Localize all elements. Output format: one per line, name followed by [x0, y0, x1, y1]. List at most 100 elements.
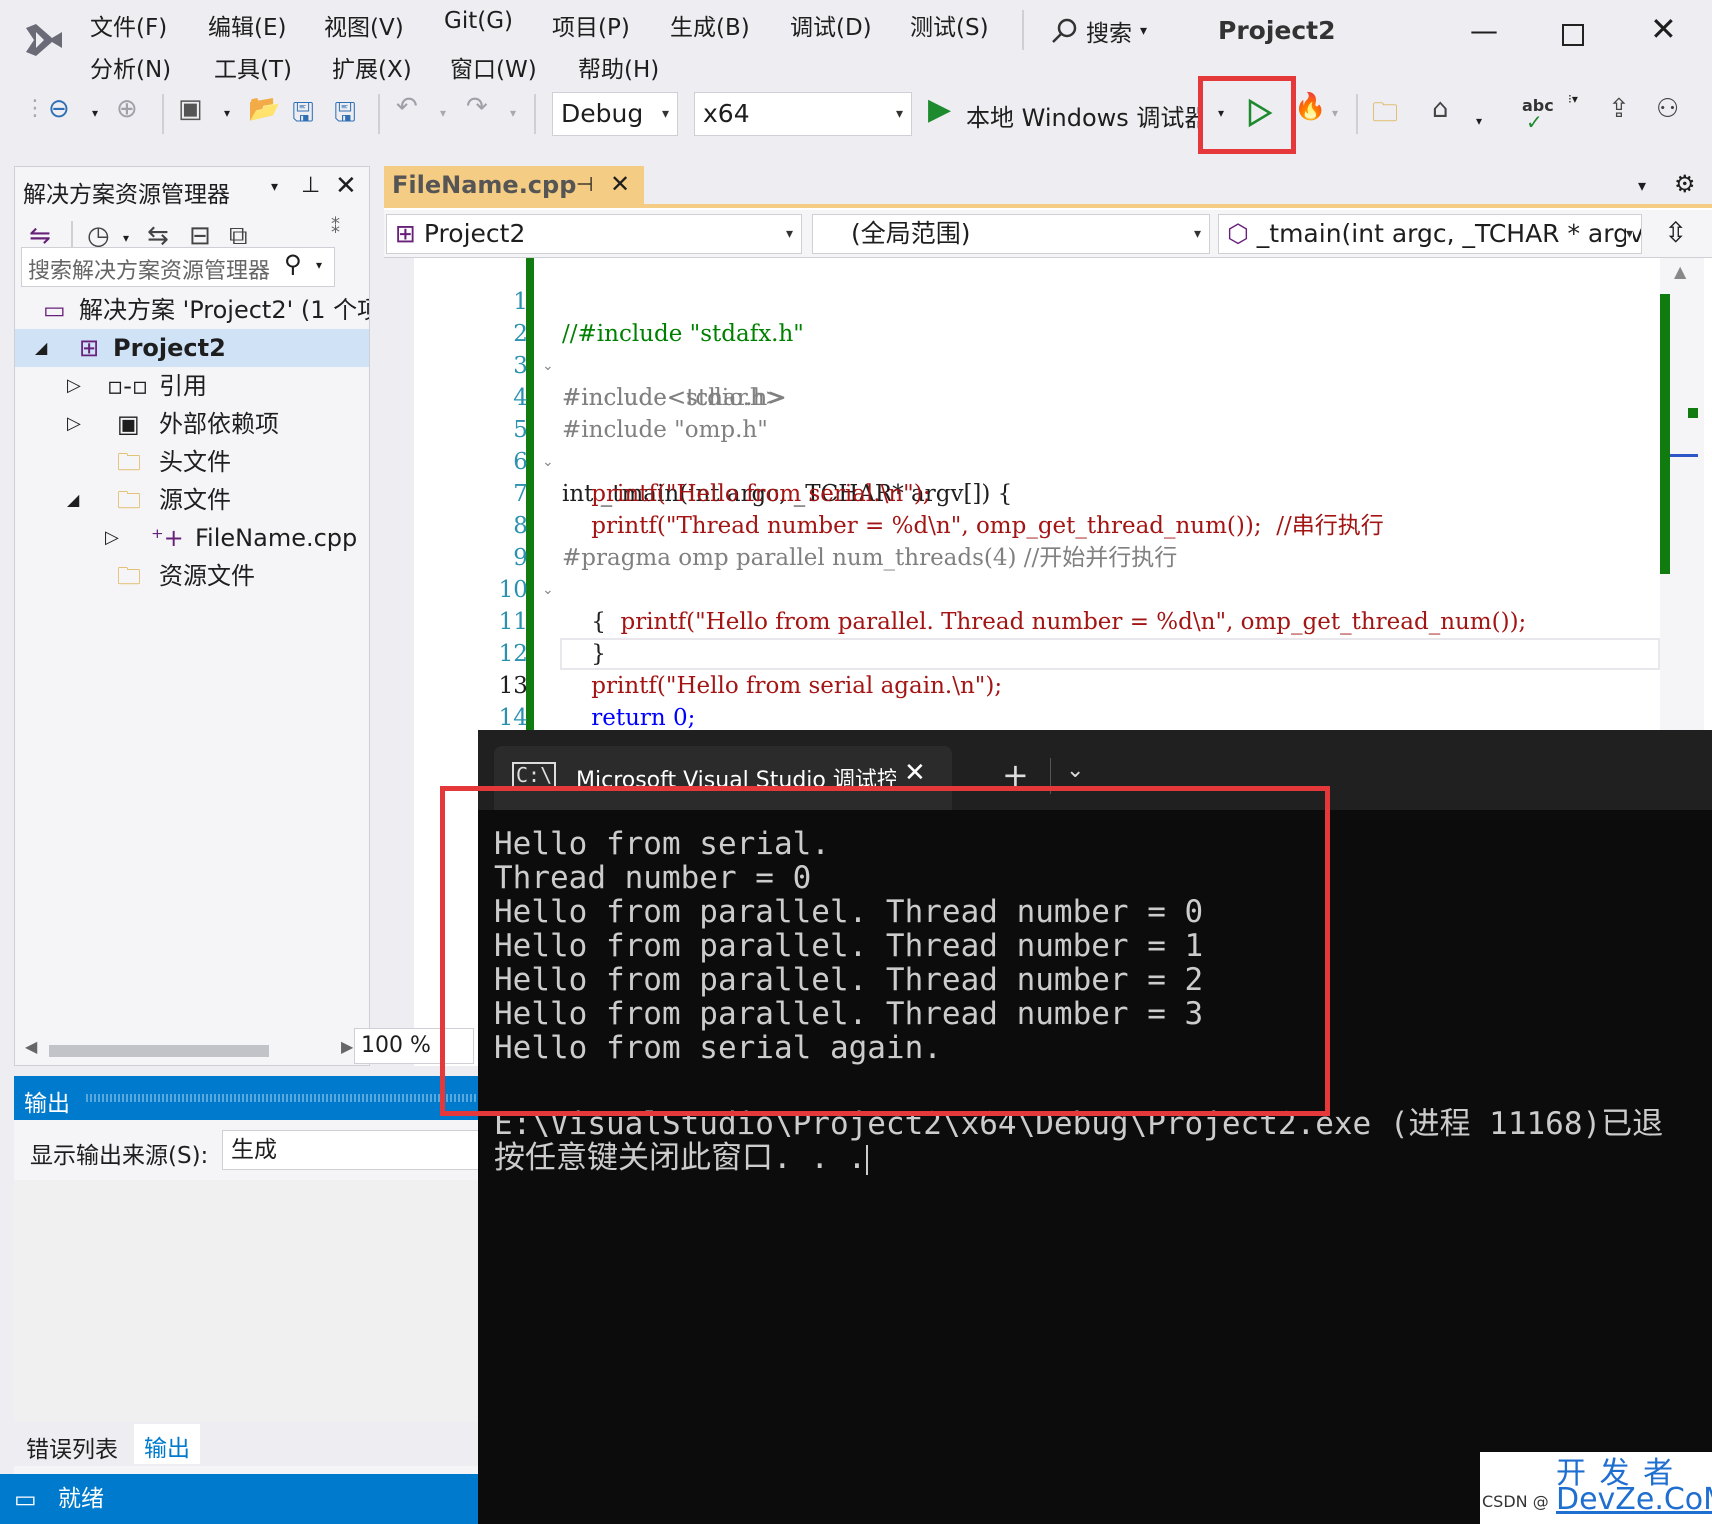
collapsed-arrow-icon[interactable]: ▷: [67, 367, 81, 405]
menu-file[interactable]: 文件(F): [90, 8, 167, 42]
chevron-down-icon[interactable]: ▾: [92, 106, 98, 120]
save-icon[interactable]: 🖫: [292, 94, 314, 138]
pin-icon[interactable]: ⊥: [301, 173, 320, 198]
status-bar: ▭ 就绪: [0, 1474, 478, 1524]
tree-item-external-dependencies[interactable]: ▷ ▣ 外部依赖项: [15, 405, 369, 443]
cpp-file-icon: ⁺+: [151, 524, 184, 552]
cpp-project-icon: ⊞: [79, 334, 100, 362]
menu-project[interactable]: 项目(P): [552, 8, 630, 42]
start-debugger-label[interactable]: 本地 Windows 调试器: [966, 98, 1200, 133]
tree-item-header-files[interactable]: 🗀 头文件: [15, 443, 369, 481]
code-line: 1 //#include "stdafx.h": [384, 254, 1684, 347]
new-project-icon[interactable]: ▣: [178, 94, 203, 124]
find-in-files-icon[interactable]: 🗀: [1372, 94, 1398, 138]
menu-build[interactable]: 生成(B): [670, 8, 750, 42]
minimize-icon[interactable]: —: [1470, 14, 1498, 47]
search-box[interactable]: 搜索 ▾: [1050, 14, 1147, 48]
solution-config-select[interactable]: Debug ▾: [552, 92, 678, 136]
scroll-left-icon[interactable]: ◀: [25, 1037, 37, 1056]
chevron-down-icon[interactable]: ▾: [1332, 106, 1338, 120]
tree-item-project[interactable]: ◢ ⊞ Project2: [15, 329, 369, 367]
solution-explorer: 解决方案资源管理器 ▾ ⊥ ✕ ⇋ ◷ ▾ ⇆ ⊟ ⧉ ⁑ 搜索解决方案资源管理…: [14, 166, 370, 1066]
external-dependencies-icon: ▣: [117, 410, 140, 438]
collapsed-arrow-icon[interactable]: ▷: [105, 519, 119, 557]
horizontal-scrollbar[interactable]: ◀ ▶: [15, 1033, 369, 1065]
back-icon[interactable]: ⊖: [48, 94, 70, 124]
tree-item-filename-cpp[interactable]: ▷ ⁺+ FileName.cpp: [15, 519, 369, 557]
chevron-down-icon[interactable]: ▾: [440, 106, 446, 120]
code-area[interactable]: 1 //#include "stdafx.h" 2 ⌄ #include<tch…: [384, 254, 1684, 763]
references-icon: ▫-▫: [107, 372, 149, 400]
platform-select[interactable]: x64 ▾: [694, 92, 912, 136]
tab-filename-cpp[interactable]: FileName.cpp ⊣ ✕: [384, 166, 644, 208]
tree-item-solution[interactable]: ▭ 解决方案 'Project2' (1 个项: [15, 291, 369, 329]
scroll-right-icon[interactable]: ▶: [341, 1037, 353, 1056]
menu-debug[interactable]: 调试(D): [790, 8, 872, 42]
close-icon[interactable]: ✕: [335, 171, 357, 201]
member-dropdown[interactable]: ⬡ _tmain(int argc, _TCHAR * argv ▾: [1218, 214, 1642, 254]
menu-extensions[interactable]: 扩展(X): [332, 50, 412, 84]
share-icon[interactable]: ⇪: [1608, 94, 1630, 124]
menu-window[interactable]: 窗口(W): [450, 50, 537, 84]
run-button-highlight: [1198, 76, 1296, 154]
visual-studio-logo-icon: [26, 24, 62, 56]
tree-item-resource-files[interactable]: 🗀 资源文件: [15, 557, 369, 595]
menu-edit[interactable]: 编辑(E): [208, 8, 286, 42]
chevron-down-icon[interactable]: ⌄: [1066, 758, 1084, 783]
scrollbar-thumb[interactable]: [49, 1045, 269, 1057]
method-icon: ⬡: [1227, 219, 1249, 248]
live-share-icon[interactable]: ⚇: [1656, 94, 1679, 124]
text-cursor: [866, 1144, 869, 1175]
save-all-icon[interactable]: 🖫: [334, 94, 356, 138]
menu-test[interactable]: 测试(S): [910, 8, 989, 42]
output-source-select[interactable]: 生成: [222, 1130, 492, 1170]
tree-item-source-files[interactable]: ◢ 🗀 源文件: [15, 481, 369, 519]
menu-analyze[interactable]: 分析(N): [90, 50, 171, 84]
chevron-down-icon[interactable]: ▾: [1476, 114, 1482, 128]
chevron-down-icon: ▾: [316, 258, 323, 272]
redo-icon[interactable]: ↷: [466, 92, 488, 122]
overflow-icon[interactable]: ⁑: [331, 217, 340, 238]
close-tab-icon[interactable]: ✕: [610, 170, 630, 198]
code-line: 8 #pragma omp parallel num_threads(4) //…: [384, 478, 1684, 571]
status-text: 就绪: [58, 1486, 104, 1512]
split-editor-icon[interactable]: ⇳: [1664, 216, 1687, 249]
chevron-down-icon[interactable]: ▾: [510, 106, 516, 120]
csdn-watermark: CSDN @: [1482, 1492, 1549, 1511]
solution-search-input[interactable]: 搜索解决方案资源管理器 ⚲ ▾: [21, 247, 335, 287]
maximize-icon[interactable]: [1562, 24, 1584, 46]
menu-help[interactable]: 帮助(H): [578, 50, 659, 84]
close-window-icon[interactable]: ✕: [1650, 10, 1677, 48]
project-dropdown[interactable]: ⊞ Project2 ▾: [386, 214, 802, 254]
chevron-down-icon: ▾: [785, 226, 793, 242]
expanded-arrow-icon[interactable]: ◢: [67, 481, 79, 519]
menu-view[interactable]: 视图(V): [324, 8, 404, 42]
tab-error-list[interactable]: 错误列表: [26, 1430, 118, 1464]
chevron-down-icon[interactable]: ▾: [271, 179, 278, 195]
tab-output[interactable]: 输出: [134, 1424, 200, 1464]
hot-reload-icon[interactable]: 🔥: [1294, 92, 1326, 122]
collapsed-arrow-icon[interactable]: ▷: [67, 405, 81, 443]
expanded-arrow-icon[interactable]: ◢: [35, 329, 47, 367]
scope-dropdown[interactable]: (全局范围) ▾: [812, 214, 1210, 254]
undo-icon[interactable]: ↶: [396, 92, 418, 122]
browser-link-icon[interactable]: ⌂: [1432, 94, 1449, 124]
search-label: 搜索: [1086, 21, 1132, 47]
chevron-down-icon[interactable]: ▾: [123, 231, 129, 245]
filter-folder-icon: 🗀: [117, 486, 141, 514]
chevron-down-icon[interactable]: ▾: [1638, 176, 1646, 195]
tree-item-references[interactable]: ▷ ▫-▫ 引用: [15, 367, 369, 405]
scroll-up-icon[interactable]: ▲: [1674, 262, 1686, 281]
code-line: 7 printf("Thread number = %d\n", omp_get…: [384, 446, 1684, 539]
chevron-down-icon[interactable]: ⁝▾: [1568, 92, 1578, 106]
pin-icon[interactable]: ⊣: [576, 172, 593, 196]
chevron-down-icon[interactable]: ▾: [224, 106, 230, 120]
menu-git[interactable]: Git(G): [444, 8, 513, 34]
gear-icon[interactable]: ⚙: [1674, 170, 1696, 198]
menu-tools[interactable]: 工具(T): [214, 50, 292, 84]
start-debugging-icon[interactable]: ▶: [928, 92, 951, 127]
forward-icon[interactable]: ⊕: [116, 94, 138, 124]
code-line-current: 13 return 0;: [384, 638, 1684, 731]
open-folder-icon[interactable]: 📂: [248, 94, 280, 124]
close-tab-icon[interactable]: ✕: [904, 758, 926, 788]
